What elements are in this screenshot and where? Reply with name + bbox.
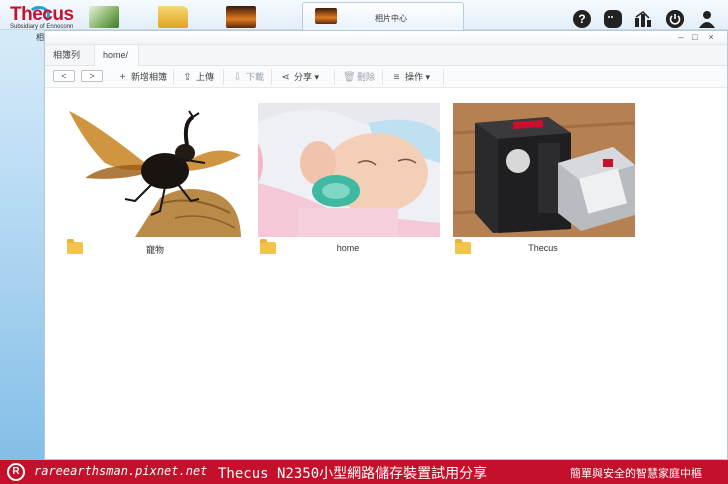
plus-icon: +: [119, 72, 126, 83]
upload-label: 上傳: [196, 72, 215, 82]
album-card[interactable]: 寵物: [65, 103, 247, 259]
upload-button[interactable]: ⇪ 上傳: [182, 66, 214, 88]
thecus-logo: Thecus Subsidiary of Ennoconn: [6, 4, 86, 32]
album-card[interactable]: Thecus: [453, 103, 635, 259]
back-button[interactable]: <: [53, 70, 75, 82]
toolbar-divider: [443, 69, 444, 85]
user-icon[interactable]: [698, 10, 716, 28]
download-label: 下載: [246, 72, 265, 82]
stats-icon[interactable]: [634, 10, 652, 28]
site-logo-icon: R: [7, 463, 25, 481]
album-grid: 寵物 home Thecus: [45, 88, 727, 459]
toolbar-divider: [334, 69, 335, 85]
toolbar-divider: [382, 69, 383, 85]
breadcrumb-album-list[interactable]: 相簿列表: [45, 45, 95, 81]
new-album-label: 新增相簿: [131, 72, 168, 82]
album-thumbnail-thecus[interactable]: [453, 103, 635, 237]
photo-center-window: – □ × 相簿列表 home/ < > + 新增相簿 ⇪ 上傳 ⇩ 下載 ⋖ 分享 ▾…: [44, 30, 728, 460]
toolbar-divider: [173, 69, 174, 85]
chat-icon[interactable]: [604, 10, 622, 28]
share-button[interactable]: ⋖ 分享 ▾: [280, 66, 319, 88]
album-name[interactable]: Thecus: [493, 243, 593, 253]
new-album-button[interactable]: + 新增相簿: [117, 66, 167, 88]
album-name[interactable]: home: [298, 243, 398, 253]
download-button[interactable]: ⇩ 下載: [232, 66, 264, 88]
maximize-button[interactable]: □: [690, 32, 700, 42]
folder-icon: [260, 239, 276, 254]
active-task-photo-center[interactable]: 相片中心: [302, 2, 464, 30]
share-label: 分享 ▾: [294, 72, 320, 82]
toolbar-divider: [271, 69, 272, 85]
upload-icon: ⇪: [183, 72, 192, 83]
album-thumbnail-baby[interactable]: [258, 103, 440, 237]
window-titlebar: – □ ×: [45, 31, 727, 45]
banner-site: rareearthsman.pixnet.net: [34, 464, 208, 478]
photo-center-icon[interactable]: [226, 6, 256, 28]
list-icon: ≡: [393, 72, 400, 83]
trash-icon: 🗑: [343, 72, 356, 83]
banner-title: Thecus N2350小型網路儲存裝置試用分享: [218, 466, 488, 482]
folder-icon: [455, 239, 471, 254]
album-thumbnail-beetle[interactable]: [65, 103, 247, 237]
photo-center-tab-icon: [315, 8, 337, 24]
active-task-label: 相片中心: [375, 14, 407, 23]
delete-button[interactable]: 🗑刪除: [343, 66, 375, 88]
minimize-button[interactable]: –: [676, 32, 686, 42]
breadcrumb: 相簿列表 home/: [45, 45, 727, 81]
help-icon[interactable]: ?: [573, 10, 591, 28]
app-manager-icon[interactable]: [89, 6, 119, 28]
logo-text: Thecus: [10, 4, 74, 25]
breadcrumb-home[interactable]: home/: [95, 45, 139, 66]
toolbar: < > + 新增相簿 ⇪ 上傳 ⇩ 下載 ⋖ 分享 ▾ 🗑刪除 ≡ 操作 ▾: [45, 66, 727, 88]
operations-label: 操作 ▾: [405, 72, 431, 82]
delete-label: 刪除: [357, 72, 376, 82]
download-icon: ⇩: [233, 72, 242, 83]
folder-icon: [67, 239, 83, 254]
album-card[interactable]: home: [258, 103, 440, 259]
file-center-icon[interactable]: [158, 6, 188, 28]
banner-tagline: 簡單與安全的智慧家庭中樞: [570, 467, 702, 480]
power-icon[interactable]: [666, 10, 684, 28]
toolbar-divider: [223, 69, 224, 85]
operations-button[interactable]: ≡ 操作 ▾: [391, 66, 430, 88]
share-icon: ⋖: [281, 72, 290, 83]
album-name[interactable]: 寵物: [105, 243, 205, 256]
forward-button[interactable]: >: [81, 70, 103, 82]
close-button[interactable]: ×: [706, 32, 716, 42]
taskbar: Thecus Subsidiary of Ennoconn 相片中心 ?: [0, 0, 728, 30]
watermark-banner: R rareearthsman.pixnet.net Thecus N2350小…: [0, 460, 728, 484]
